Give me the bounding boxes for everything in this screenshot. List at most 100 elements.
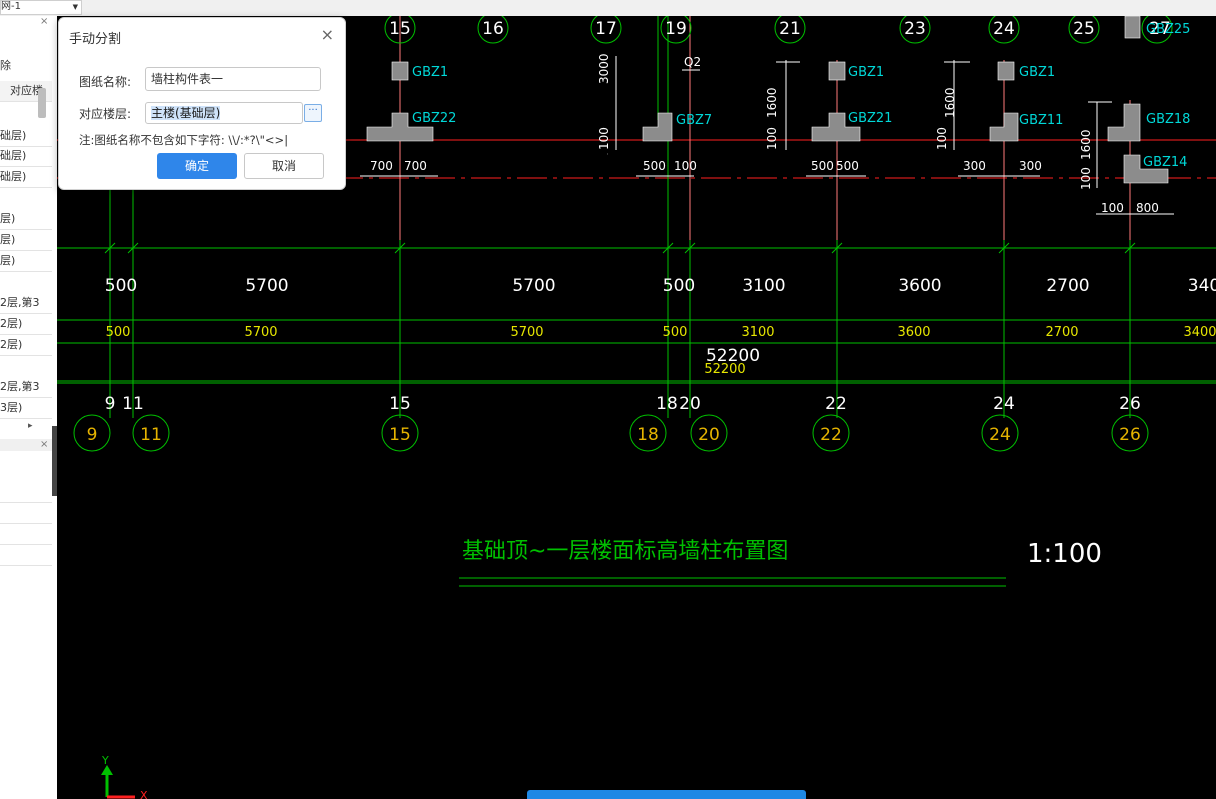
member-label: GBZ7: [676, 113, 712, 128]
axis-label: 21: [779, 19, 801, 39]
ucs-y-label: Y: [101, 754, 109, 767]
list-item[interactable]: [0, 545, 52, 566]
list-item[interactable]: [0, 482, 52, 503]
dim-label: 3100: [742, 276, 785, 296]
dim-label: 3000: [597, 53, 611, 84]
dialog-title: 手动分割: [69, 32, 122, 47]
left-panel: × 除 对应楼 础层) 础层) 础层) 层) 层) 层) 2层,第3 2层) 2…: [0, 16, 58, 799]
dim-label: 5700: [512, 276, 555, 296]
list-item[interactable]: 础层): [0, 146, 52, 167]
dim-label: 500: [643, 159, 666, 173]
dim-label: 300: [1019, 159, 1042, 173]
dim-label: 5700: [244, 325, 277, 340]
axis-label: 18: [637, 425, 659, 445]
list-item[interactable]: [0, 503, 52, 524]
axis-label: 16: [482, 19, 504, 39]
dim-label: 2700: [1046, 276, 1089, 296]
member-label: GBZ14: [1143, 155, 1187, 170]
drawing-select-value: 网-1: [1, 1, 21, 12]
scrollbar[interactable]: [38, 88, 46, 118]
axis-label: 9: [105, 394, 116, 414]
axis-label: 24: [989, 425, 1011, 445]
dim-label: 500: [105, 276, 137, 296]
dim-label: 1600: [943, 87, 957, 118]
list-item[interactable]: 2层,第3: [0, 293, 52, 314]
member-label: GBZ22: [412, 111, 456, 126]
floor-label: 对应楼层:: [79, 107, 132, 121]
dim-label: 1600: [1079, 129, 1093, 160]
list-item[interactable]: 层): [0, 209, 52, 230]
list-item[interactable]: 层): [0, 251, 52, 272]
dim-label: 800: [1136, 201, 1159, 215]
member-label: GBZ1: [848, 65, 884, 80]
axis-label: 19: [665, 19, 687, 39]
axis-label: 9: [87, 425, 98, 445]
axis-label: 24: [993, 19, 1015, 39]
ok-button[interactable]: 确定: [157, 153, 237, 179]
axis-label: 20: [698, 425, 720, 445]
dim-label: 500: [836, 159, 859, 173]
axis-label: 24: [993, 394, 1015, 414]
list-item[interactable]: 层): [0, 230, 52, 251]
floor-input[interactable]: 主楼(基础层): [145, 102, 303, 124]
dim-label: 500: [106, 325, 131, 340]
dim-label: 5700: [510, 325, 543, 340]
axis-label: 11: [140, 425, 162, 445]
dim-label: 100: [607, 153, 609, 155]
list-item[interactable]: 础层): [0, 126, 52, 147]
list-item[interactable]: 2层): [0, 314, 52, 335]
axis-label: 23: [904, 19, 926, 39]
dim-label: 100: [1079, 167, 1093, 190]
axis-label: 22: [820, 425, 842, 445]
axis-label: 15: [389, 19, 411, 39]
dim-label: 300: [963, 159, 986, 173]
close-icon[interactable]: ×: [40, 16, 48, 27]
member-label: GBZ1: [1019, 65, 1055, 80]
manual-split-dialog: 手动分割 × 图纸名称: 墙柱构件表一 对应楼层: 主楼(基础层) ··· 注:…: [58, 17, 346, 190]
axis-label: 22: [825, 394, 847, 414]
drawing-title: 基础顶~一层楼面标高墙柱布置图: [462, 539, 788, 564]
close-icon[interactable]: ×: [40, 439, 48, 450]
member-label: GBZ18: [1146, 112, 1190, 127]
note-text: 注:图纸名称不包含如下字符: \\/:*?\"<>|: [79, 133, 289, 147]
axis-label: 18: [656, 394, 678, 414]
top-toolbar: 网-1 ▼: [0, 0, 1216, 16]
dim-label: 100: [935, 127, 949, 150]
list-item[interactable]: 3层): [0, 398, 52, 419]
close-icon[interactable]: ×: [321, 25, 334, 44]
total-dim: 52200: [704, 362, 745, 377]
dim-label: 700: [404, 159, 427, 173]
member-label: GBZ11: [1019, 113, 1063, 128]
drawing-select[interactable]: 网-1 ▼: [0, 0, 82, 15]
dim-label: 500: [811, 159, 834, 173]
ucs-x-label: X: [140, 789, 148, 799]
drawing-name-input[interactable]: 墙柱构件表一: [145, 67, 321, 91]
dim-label: 3600: [897, 325, 930, 340]
dim-label: 500: [663, 276, 695, 296]
list-item[interactable]: 2层): [0, 335, 52, 356]
list-item[interactable]: [0, 524, 52, 545]
axis-label: 20: [679, 394, 701, 414]
expand-icon[interactable]: ▸: [28, 421, 33, 431]
dim-label: 5700: [245, 276, 288, 296]
list-item[interactable]: 础层): [0, 167, 52, 188]
axis-label: 26: [1119, 425, 1141, 445]
drawing-scale: 1:100: [1027, 539, 1102, 569]
member-label: GBZ1: [412, 65, 448, 80]
more-button[interactable]: ···: [304, 104, 322, 122]
wall-label: Q2: [684, 55, 701, 69]
name-label: 图纸名称:: [79, 75, 132, 89]
dim-label: 3600: [898, 276, 941, 296]
dim-label: 3400: [1183, 325, 1216, 340]
list-item[interactable]: 2层,第3: [0, 377, 52, 398]
dim-label: 3100: [741, 325, 774, 340]
chevron-down-icon: ▼: [72, 3, 78, 11]
member-label: GBZ21: [848, 111, 892, 126]
axis-label: 17: [595, 19, 617, 39]
member-label: GBZ25: [1146, 22, 1190, 37]
dim-label: 500: [663, 325, 688, 340]
dim-label: 2700: [1045, 325, 1078, 340]
status-bar[interactable]: [527, 790, 806, 799]
cancel-button[interactable]: 取消: [244, 153, 324, 179]
delete-button[interactable]: 除: [0, 56, 52, 76]
